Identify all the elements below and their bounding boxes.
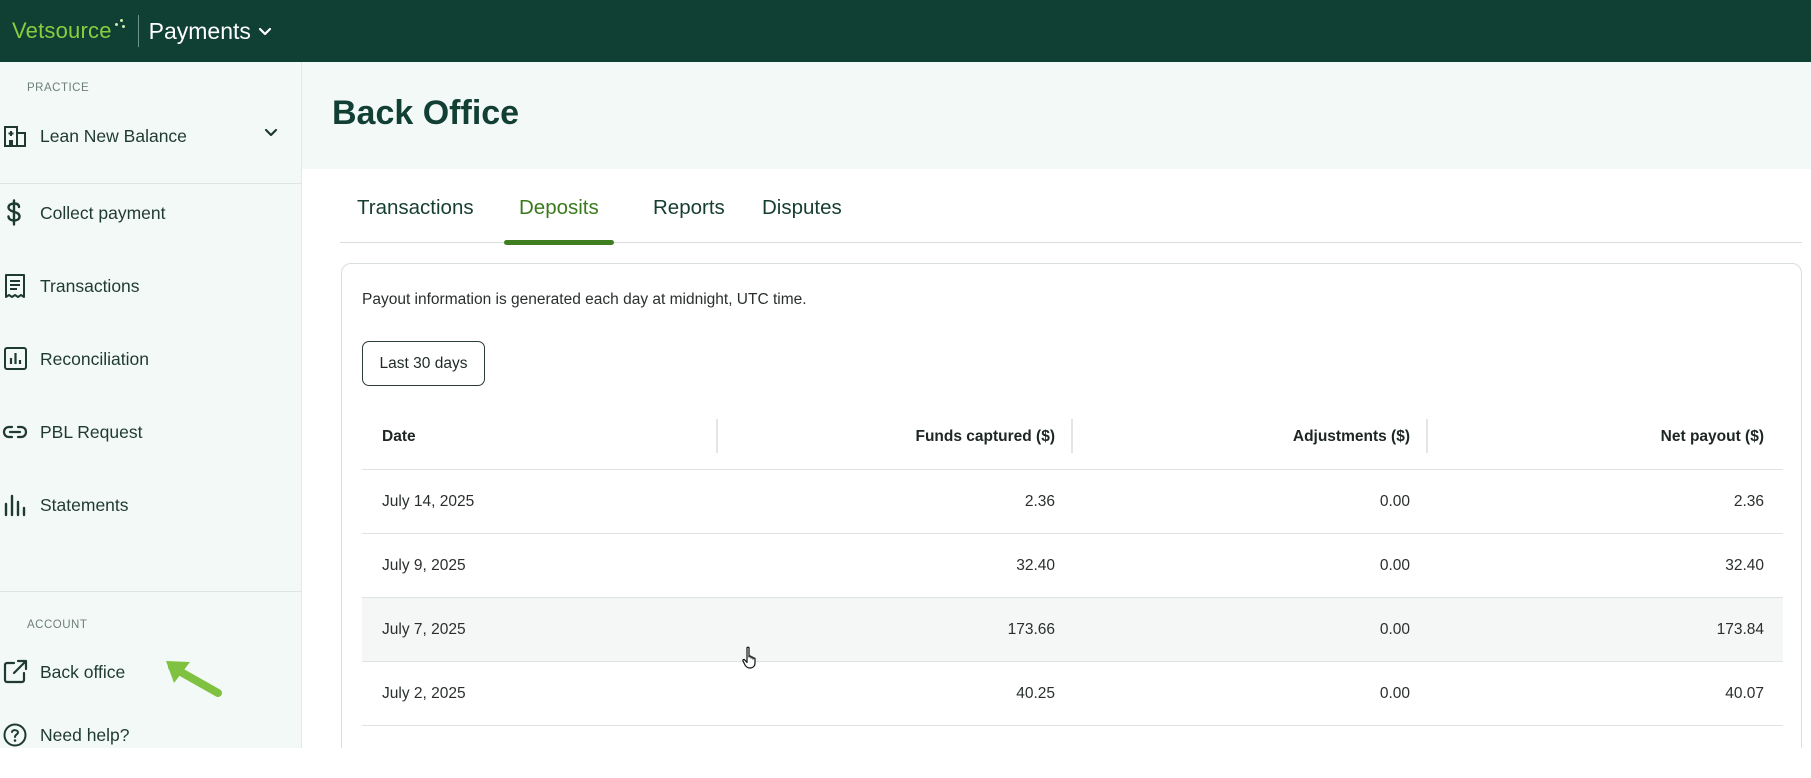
- dollar-icon: [0, 199, 32, 227]
- sidebar-item-pbl-request[interactable]: PBL Request: [0, 410, 301, 454]
- deposits-card: Payout information is generated each day…: [341, 263, 1802, 778]
- sidebar-item-label: Transactions: [40, 275, 140, 296]
- cell-funds-captured: 173.66: [1007, 621, 1055, 638]
- cell-date: July 14, 2025: [382, 493, 475, 510]
- table-row[interactable]: July 7, 2025 173.66 0.00 173.84: [362, 598, 1783, 662]
- sidebar-item-reconciliation[interactable]: Reconciliation: [0, 337, 301, 381]
- receipt-icon: [0, 272, 32, 300]
- sidebar-item-label: Reconciliation: [40, 348, 149, 369]
- vetsource-logo[interactable]: Vetsource: [0, 18, 126, 44]
- building-icon: [0, 122, 32, 150]
- column-header-adjustments[interactable]: Adjustments ($): [1293, 404, 1410, 470]
- sidebar-item-transactions[interactable]: Transactions: [0, 264, 301, 308]
- page-bottom-margin: [0, 748, 1811, 778]
- column-header-funds-captured[interactable]: Funds captured ($): [915, 404, 1055, 470]
- tab-disputes[interactable]: Disputes: [747, 196, 857, 243]
- cell-net-payout: 2.36: [1733, 493, 1764, 510]
- cell-funds-captured: 2.36: [1024, 493, 1055, 510]
- practice-section-label: PRACTICE: [27, 82, 90, 94]
- cell-date: July 9, 2025: [382, 557, 466, 574]
- cell-adjustments: 0.00: [1379, 621, 1410, 638]
- table-row[interactable]: July 2, 2025 40.25 0.00 40.07: [362, 662, 1783, 726]
- topbar-divider: [137, 15, 139, 47]
- external-link-icon: [0, 658, 32, 686]
- column-header-date[interactable]: Date: [382, 404, 416, 470]
- deposits-table: Date Funds captured ($) Adjustments ($) …: [362, 404, 1783, 726]
- link-icon: [0, 418, 32, 446]
- column-divider[interactable]: [1426, 419, 1428, 453]
- cell-net-payout: 32.40: [1725, 557, 1764, 574]
- tab-reports[interactable]: Reports: [638, 196, 740, 243]
- sidebar-item-label: Collect payment: [40, 202, 166, 223]
- cell-net-payout: 173.84: [1716, 621, 1764, 638]
- sidebar-item-label: Need help?: [40, 724, 130, 745]
- sidebar-item-label: PBL Request: [40, 421, 143, 442]
- cell-funds-captured: 40.25: [1016, 685, 1055, 702]
- practice-selector[interactable]: Lean New Balance: [0, 114, 301, 158]
- cell-adjustments: 0.00: [1379, 557, 1410, 574]
- cell-adjustments: 0.00: [1379, 685, 1410, 702]
- table-header-row: Date Funds captured ($) Adjustments ($) …: [362, 404, 1783, 470]
- report-chart-icon: [0, 345, 32, 373]
- chevron-down-icon[interactable]: [263, 127, 279, 139]
- column-divider[interactable]: [716, 419, 718, 453]
- column-header-net-payout[interactable]: Net payout ($): [1661, 404, 1764, 470]
- sidebar-item-back-office[interactable]: Back office: [0, 650, 301, 694]
- practice-name: Lean New Balance: [40, 125, 187, 146]
- help-circle-icon: [0, 721, 32, 749]
- sidebar: PRACTICE Lean New Balance Collect paymen…: [0, 62, 302, 748]
- app-name: Payments: [148, 17, 251, 44]
- cell-net-payout: 40.07: [1725, 685, 1764, 702]
- sidebar-divider: [0, 591, 301, 592]
- date-range-button[interactable]: Last 30 days: [362, 341, 485, 386]
- table-row[interactable]: July 9, 2025 32.40 0.00 32.40: [362, 534, 1783, 598]
- sidebar-divider: [0, 183, 301, 184]
- hand-cursor-icon: [742, 646, 756, 669]
- page-header: Back Office: [302, 62, 1811, 169]
- annotation-arrow-icon: [166, 661, 222, 697]
- sidebar-item-statements[interactable]: Statements: [0, 483, 301, 527]
- cell-funds-captured: 32.40: [1016, 557, 1055, 574]
- tab-transactions[interactable]: Transactions: [342, 196, 489, 243]
- chevron-down-icon: [258, 27, 272, 36]
- cell-date: July 2, 2025: [382, 685, 466, 702]
- cell-adjustments: 0.00: [1379, 493, 1410, 510]
- logo-text: Vetsource: [12, 18, 112, 43]
- top-bar: Vetsource Payments: [0, 0, 1811, 62]
- app-switcher[interactable]: Payments: [149, 18, 272, 45]
- cell-date: July 7, 2025: [382, 621, 466, 638]
- tab-deposits[interactable]: Deposits: [504, 196, 614, 245]
- logo-dots-icon: [114, 19, 126, 33]
- page-title: Back Office: [332, 94, 520, 132]
- account-section-label: ACCOUNT: [27, 619, 88, 631]
- sidebar-item-label: Back office: [40, 661, 126, 682]
- sidebar-item-label: Statements: [40, 494, 129, 515]
- sidebar-item-collect-payment[interactable]: Collect payment: [0, 191, 301, 235]
- table-row[interactable]: July 14, 2025 2.36 0.00 2.36: [362, 470, 1783, 534]
- column-divider[interactable]: [1071, 419, 1073, 453]
- tab-bar: Transactions Deposits Reports Disputes: [340, 185, 1802, 245]
- bar-chart-icon: [0, 491, 32, 519]
- payout-info-text: Payout information is generated each day…: [362, 291, 807, 308]
